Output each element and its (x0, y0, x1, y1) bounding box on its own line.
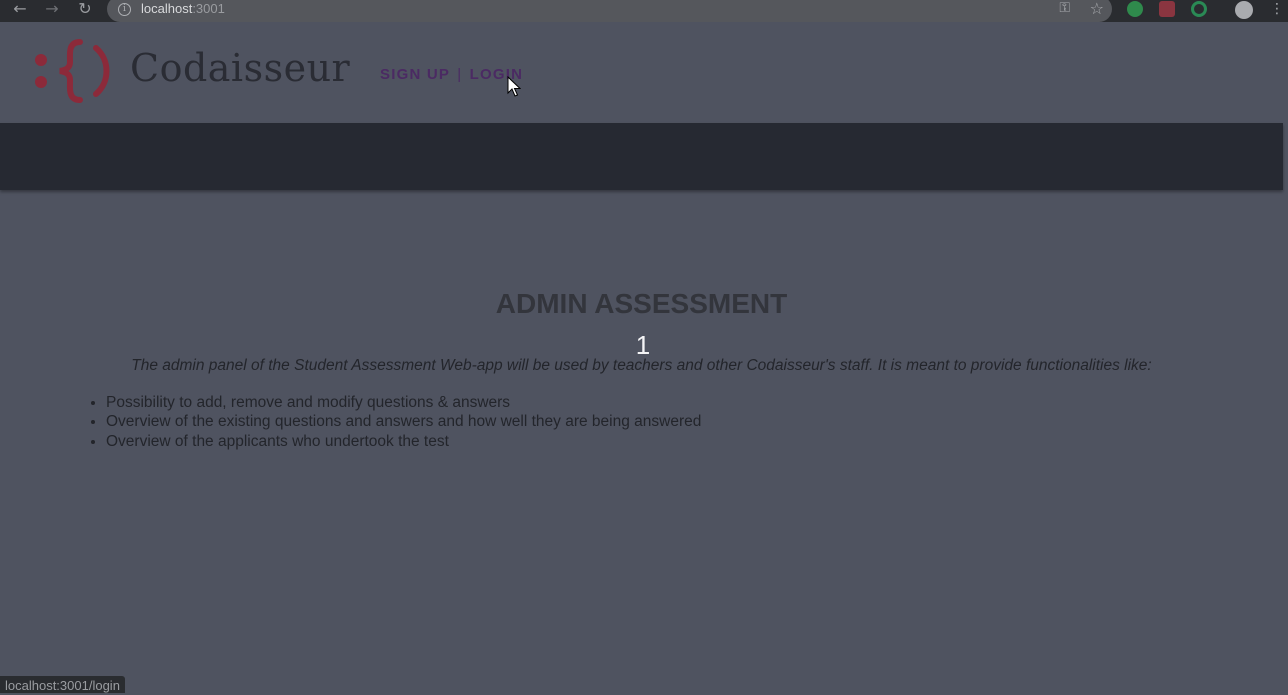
brand-name[interactable]: Codaisseur (130, 42, 350, 94)
address-bar[interactable]: i localhost:3001 ⚿ ☆ (107, 0, 1112, 22)
kebab-menu-icon[interactable]: ⋮ (1270, 0, 1284, 18)
link-separator: | (457, 66, 463, 83)
star-icon[interactable]: ☆ (1090, 0, 1104, 18)
intro-text: The admin panel of the Student Assessmen… (131, 357, 1152, 374)
url-port: :3001 (192, 1, 225, 16)
feature-list: Possibility to add, remove and modify qu… (66, 393, 701, 451)
browser-toolbar: ← → ↻ i localhost:3001 ⚿ ☆ ⋮ (0, 0, 1288, 22)
site-header: Codaisseur SIGN UP | LOGIN (0, 22, 1288, 123)
extension-record-icon[interactable] (1191, 1, 1207, 17)
url-text[interactable]: localhost:3001 (141, 1, 225, 17)
mouse-pointer-icon (507, 76, 521, 97)
extension-whatsapp-icon[interactable] (1127, 1, 1143, 17)
forward-arrow-icon[interactable]: → (42, 0, 62, 20)
auth-links: SIGN UP | LOGIN (380, 66, 523, 83)
profile-avatar-icon[interactable] (1235, 1, 1253, 19)
page-title: ADMIN ASSESSMENT (495, 288, 788, 319)
app-bar (0, 123, 1283, 190)
back-arrow-icon[interactable]: ← (10, 0, 30, 20)
info-icon[interactable]: i (118, 3, 131, 16)
status-url: localhost:3001/login (0, 676, 125, 693)
url-host: localhost (141, 1, 193, 16)
feature-item: Overview of the existing questions and a… (106, 412, 701, 431)
reload-icon[interactable]: ↻ (75, 0, 95, 20)
codaisseur-logo-icon[interactable] (30, 34, 118, 104)
feature-item: Overview of the applicants who undertook… (106, 432, 701, 451)
feature-item: Possibility to add, remove and modify qu… (106, 393, 701, 412)
key-icon[interactable]: ⚿ (1059, 0, 1070, 16)
extension-icon[interactable] (1159, 1, 1175, 17)
signup-link[interactable]: SIGN UP (380, 66, 450, 83)
